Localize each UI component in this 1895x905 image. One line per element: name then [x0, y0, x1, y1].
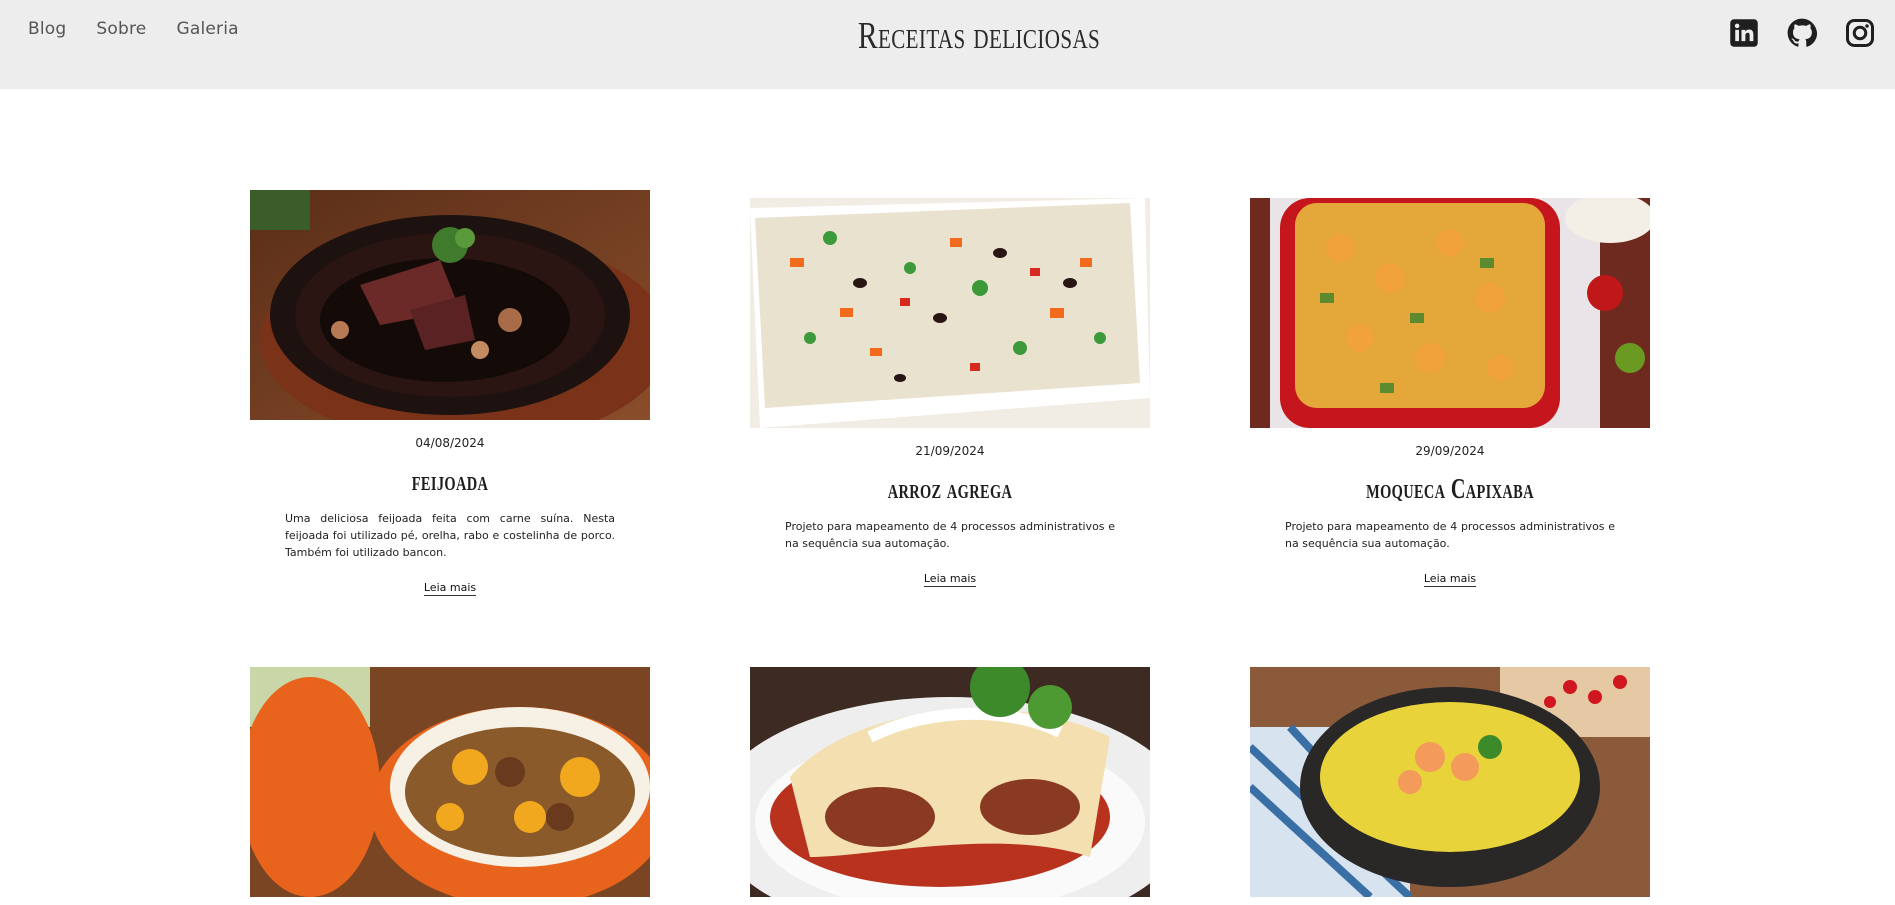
card-title: feijoada — [411, 466, 489, 497]
recipe-card-4 — [250, 667, 650, 897]
social-links — [1729, 18, 1875, 48]
feijoada-photo[interactable] — [250, 190, 650, 420]
moqueca-photo[interactable] — [1250, 198, 1650, 428]
soup-photo[interactable] — [1250, 667, 1650, 897]
linkedin-icon[interactable] — [1729, 18, 1759, 48]
read-more-label[interactable]: Leia mais — [423, 581, 477, 596]
recipe-card-6 — [1250, 667, 1650, 897]
card-date: 04/08/2024 — [415, 436, 485, 450]
nav-sobre[interactable]: Sobre — [96, 19, 146, 39]
recipe-card-moqueca: 29/09/2024 moqueca Capixaba Projeto para… — [1250, 198, 1650, 587]
stew-photo[interactable] — [250, 667, 650, 897]
wrap-photo[interactable] — [750, 667, 1150, 897]
card-title: moqueca Capixaba — [1366, 474, 1534, 505]
nav-blog[interactable]: Blog — [28, 19, 66, 39]
github-icon[interactable] — [1787, 18, 1817, 48]
card-description: Uma deliciosa feijoada feita com carne s… — [285, 512, 615, 559]
arroz-photo[interactable] — [750, 198, 1150, 428]
read-more-label[interactable]: Leia mais — [1423, 572, 1477, 587]
site-title: Receitas deliciosas — [857, 15, 1101, 57]
site-header: Blog Sobre Galeria Receitas deliciosas — [0, 0, 1895, 89]
read-more-link[interactable]: Leia mais — [750, 572, 1150, 587]
card-date: 21/09/2024 — [915, 444, 985, 458]
card-title: arroz agrega — [887, 474, 1013, 505]
card-description: Projeto para mapeamento de 4 processos a… — [1285, 520, 1615, 550]
read-more-label[interactable]: Leia mais — [923, 572, 977, 587]
main-nav: Blog Sobre Galeria — [28, 19, 239, 39]
read-more-link[interactable]: Leia mais — [1250, 572, 1650, 587]
card-description: Projeto para mapeamento de 4 processos a… — [785, 520, 1115, 550]
card-date: 29/09/2024 — [1415, 444, 1485, 458]
recipe-card-arroz: 21/09/2024 arroz agrega Projeto para map… — [750, 198, 1150, 587]
instagram-icon[interactable] — [1845, 18, 1875, 48]
read-more-link[interactable]: Leia mais — [250, 581, 650, 596]
recipe-card-feijoada: 04/08/2024 feijoada Uma deliciosa feijoa… — [250, 190, 650, 596]
recipe-card-5 — [750, 667, 1150, 897]
